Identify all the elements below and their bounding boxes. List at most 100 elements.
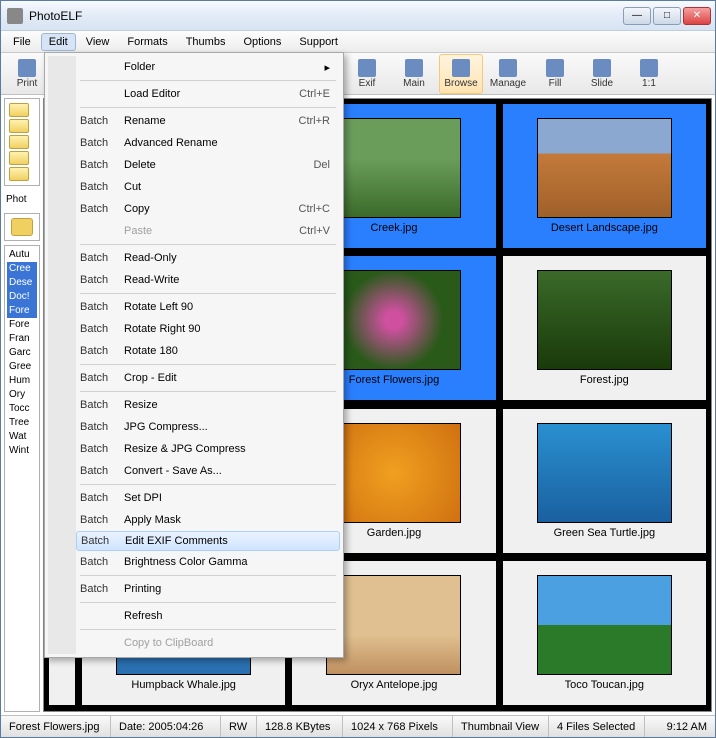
menu-file[interactable]: File [5,33,39,51]
list-item[interactable]: Wint [7,444,37,458]
camera-icon[interactable] [11,218,33,236]
status-selected: 4 Files Selected [549,716,645,737]
thumb-image [326,118,461,218]
menu-separator [80,629,336,630]
menu-item-set-dpi[interactable]: BatchSet DPI [76,487,340,509]
menu-separator [80,107,336,108]
menu-item-jpg-compress-[interactable]: BatchJPG Compress... [76,416,340,438]
list-item[interactable]: Hum [7,374,37,388]
toolbar-slide[interactable]: Slide [580,54,624,94]
tool-icon [499,59,517,77]
toolbar-exif[interactable]: Exif [345,54,389,94]
thumbnail[interactable]: Green Sea Turtle.jpg [501,407,708,555]
titlebar: PhotoELF — □ ✕ [1,1,715,31]
menu-separator [80,244,336,245]
menu-item-resize[interactable]: BatchResize [76,394,340,416]
menu-item-advanced-rename[interactable]: BatchAdvanced Rename [76,132,340,154]
list-item[interactable]: Cree [7,262,37,276]
list-item[interactable]: Wat [7,430,37,444]
menu-item-apply-mask[interactable]: BatchApply Mask [76,509,340,531]
chevron-right-icon: ▸ [324,61,330,74]
list-item[interactable]: Garc [7,346,37,360]
menu-item-printing[interactable]: BatchPrinting [76,578,340,600]
folder-icon[interactable] [9,135,29,149]
menu-item-load-editor[interactable]: Load EditorCtrl+E [76,83,340,105]
list-item[interactable]: Autu [7,248,37,262]
close-button[interactable]: ✕ [683,7,711,25]
menu-view[interactable]: View [78,33,118,51]
menu-item-convert-save-as-[interactable]: BatchConvert - Save As... [76,460,340,482]
list-item[interactable]: Fran [7,332,37,346]
app-icon [7,8,23,24]
tool-icon [640,59,658,77]
menu-edit[interactable]: Edit [41,33,76,51]
file-list[interactable]: AutuCreeDeseDoc!ForeForeFranGarcGreeHumO… [4,245,40,712]
thumbnail[interactable]: Forest.jpg [501,254,708,402]
thumb-image [326,270,461,370]
toolbar-manage[interactable]: Manage [486,54,530,94]
menu-item-rename[interactable]: BatchRenameCtrl+R [76,110,340,132]
list-item[interactable]: Tocc [7,402,37,416]
folder-icon[interactable] [9,119,29,133]
list-item[interactable]: Dese [7,276,37,290]
window-title: PhotoELF [29,9,623,23]
menu-item-refresh[interactable]: Refresh [76,605,340,627]
menu-item-crop-edit[interactable]: BatchCrop - Edit [76,367,340,389]
toolbar-11[interactable]: 1:1 [627,54,671,94]
thumb-image [537,575,672,675]
list-item[interactable]: Doc! [7,290,37,304]
menu-item-cut[interactable]: BatchCut [76,176,340,198]
thumb-caption: Desert Landscape.jpg [551,222,658,234]
toolbar-print[interactable]: Print [5,54,49,94]
tool-icon [405,59,423,77]
thumb-caption: Humpback Whale.jpg [131,679,236,691]
thumb-caption: Garden.jpg [367,527,421,539]
toolbar-main[interactable]: Main [392,54,436,94]
thumb-caption: Oryx Antelope.jpg [351,679,438,691]
thumb-caption: Forest Flowers.jpg [349,374,439,386]
list-item[interactable]: Tree [7,416,37,430]
menu-item-brightness-color-gamma[interactable]: BatchBrightness Color Gamma [76,551,340,573]
menu-formats[interactable]: Formats [119,33,175,51]
menu-item-copy[interactable]: BatchCopyCtrl+C [76,198,340,220]
thumb-caption: Toco Toucan.jpg [565,679,644,691]
list-item[interactable]: Fore [7,318,37,332]
menu-item-rotate-180[interactable]: BatchRotate 180 [76,340,340,362]
menu-item-delete[interactable]: BatchDeleteDel [76,154,340,176]
folder-icon[interactable] [9,151,29,165]
status-size: 128.8 KBytes [257,716,343,737]
maximize-button[interactable]: □ [653,7,681,25]
camera-panel [4,213,40,241]
menu-item-resize-jpg-compress[interactable]: BatchResize & JPG Compress [76,438,340,460]
thumb-caption: Green Sea Turtle.jpg [554,527,656,539]
menu-separator [80,484,336,485]
menu-item-folder[interactable]: Folder▸ [76,56,340,78]
status-time: 9:12 AM [645,716,715,737]
menu-item-rotate-right-90[interactable]: BatchRotate Right 90 [76,318,340,340]
thumbnail[interactable]: Toco Toucan.jpg [501,559,708,707]
list-item[interactable]: Ory [7,388,37,402]
list-item[interactable]: Fore [7,304,37,318]
thumbnail[interactable]: Desert Landscape.jpg [501,102,708,250]
folder-icon[interactable] [9,167,29,181]
menu-thumbs[interactable]: Thumbs [178,33,234,51]
toolbar-fill[interactable]: Fill [533,54,577,94]
menu-item-edit-exif-comments[interactable]: BatchEdit EXIF Comments [76,531,340,551]
toolbar-browse[interactable]: Browse [439,54,483,94]
menu-options[interactable]: Options [235,33,289,51]
menu-support[interactable]: Support [291,33,346,51]
minimize-button[interactable]: — [623,7,651,25]
menu-item-read-write[interactable]: BatchRead-Write [76,269,340,291]
edit-menu-dropdown: Folder▸ Load EditorCtrl+E BatchRenameCtrl+… [44,52,344,658]
menu-item-rotate-left-90[interactable]: BatchRotate Left 90 [76,296,340,318]
tool-icon [546,59,564,77]
menu-item-read-only[interactable]: BatchRead-Only [76,247,340,269]
panel-label: Phot [4,190,40,209]
status-dims: 1024 x 768 Pixels [343,716,453,737]
thumb-caption: Forest.jpg [580,374,629,386]
list-item[interactable]: Gree [7,360,37,374]
folder-icon[interactable] [9,103,29,117]
thumb-image [537,118,672,218]
menu-separator [80,364,336,365]
left-column: Phot AutuCreeDeseDoc!ForeForeFranGarcGre… [4,98,40,712]
